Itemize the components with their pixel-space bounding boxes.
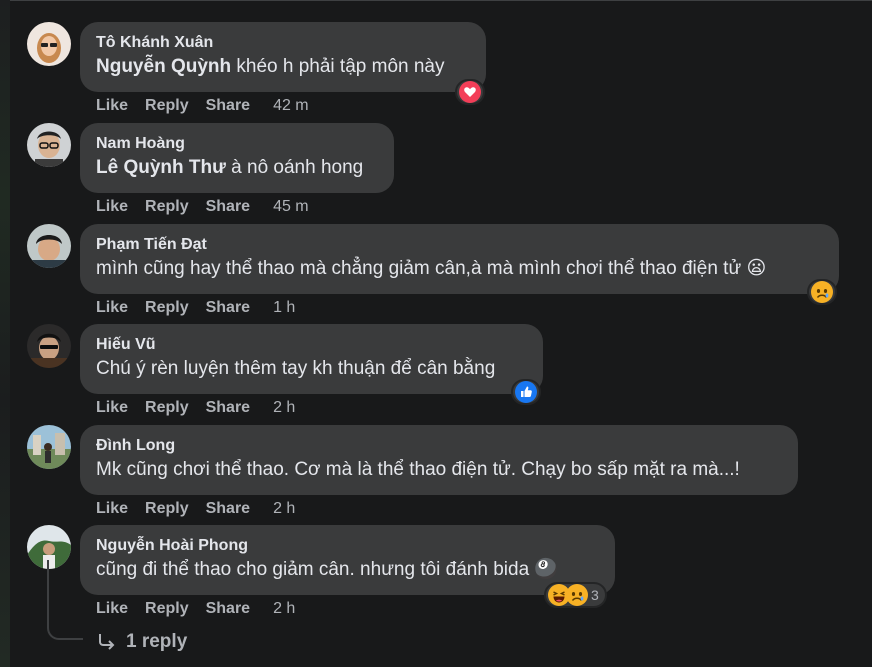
reaction-summary[interactable] bbox=[807, 279, 837, 305]
comment-item: Đình Long Mk cũng chơi thể thao. Cơ mà l… bbox=[0, 425, 872, 525]
comment-author[interactable]: Nguyễn Hoài Phong bbox=[96, 536, 599, 556]
reaction-summary[interactable] bbox=[511, 379, 541, 405]
reply-thread-line bbox=[47, 560, 83, 640]
comment-bubble: Phạm Tiến Đạt mình cũng hay thể thao mà … bbox=[80, 224, 839, 294]
like-button[interactable]: Like bbox=[96, 198, 128, 215]
reaction-summary[interactable] bbox=[455, 79, 485, 105]
comment-bubble: Đình Long Mk cũng chơi thể thao. Cơ mà l… bbox=[80, 425, 798, 495]
comment-item: Nam Hoàng Lê Quỳnh Thư à nô oánh hong Li… bbox=[0, 123, 872, 223]
like-button[interactable]: Like bbox=[96, 299, 128, 316]
love-reaction-icon bbox=[459, 81, 481, 103]
avatar[interactable] bbox=[27, 22, 71, 66]
share-button[interactable]: Share bbox=[206, 299, 250, 316]
reaction-count: 3 bbox=[591, 587, 599, 603]
comment-item: Tô Khánh Xuân Nguyễn Quỳnh khéo h phải t… bbox=[0, 22, 872, 122]
avatar[interactable] bbox=[27, 324, 71, 368]
comment-body: à nô oánh hong bbox=[225, 157, 364, 178]
share-button[interactable]: Share bbox=[206, 198, 250, 215]
reply-button[interactable]: Reply bbox=[145, 600, 189, 617]
comment-actions: Like Reply Share 42 m bbox=[96, 96, 309, 116]
view-replies-label: 1 reply bbox=[126, 631, 188, 652]
mention-link[interactable]: Lê Quỳnh Thư bbox=[96, 157, 226, 178]
reply-button[interactable]: Reply bbox=[145, 97, 189, 114]
comment-actions: Like Reply Share 2 h bbox=[96, 499, 295, 519]
comment-timestamp[interactable]: 1 h bbox=[273, 299, 295, 316]
comment-author[interactable]: Phạm Tiến Đạt bbox=[96, 235, 823, 255]
comment-author[interactable]: Đình Long bbox=[96, 436, 782, 456]
comment-bubble: Nam Hoàng Lê Quỳnh Thư à nô oánh hong bbox=[80, 123, 394, 193]
comment-timestamp[interactable]: 2 h bbox=[273, 600, 295, 617]
comment-text: Mk cũng chơi thể thao. Cơ mà là thể thao… bbox=[96, 459, 740, 480]
like-button[interactable]: Like bbox=[96, 500, 128, 517]
like-button[interactable]: Like bbox=[96, 600, 128, 617]
mention-link[interactable]: Nguyễn Quỳnh bbox=[96, 56, 231, 77]
comment-item: Hiếu Vũ Chú ý rèn luyện thêm tay kh thuậ… bbox=[0, 324, 872, 424]
comment-body: khéo h phải tập môn này bbox=[231, 56, 445, 77]
sad-reaction-icon bbox=[811, 281, 833, 303]
comment-actions: Like Reply Share 45 m bbox=[96, 197, 309, 217]
share-button[interactable]: Share bbox=[206, 500, 250, 517]
comment-timestamp[interactable]: 45 m bbox=[273, 198, 309, 215]
comment-timestamp[interactable]: 42 m bbox=[273, 97, 309, 114]
view-replies-link[interactable]: 1 reply bbox=[96, 630, 187, 654]
comment-author[interactable]: Tô Khánh Xuân bbox=[96, 33, 470, 53]
avatar[interactable] bbox=[27, 123, 71, 167]
like-button[interactable]: Like bbox=[96, 399, 128, 416]
share-button[interactable]: Share bbox=[206, 97, 250, 114]
comment-text: mình cũng hay thể thao mà chẳng giảm cân… bbox=[96, 258, 767, 279]
avatar[interactable] bbox=[27, 224, 71, 268]
comment-item: Nguyễn Hoài Phong cũng đi thể thao cho g… bbox=[0, 525, 872, 625]
reaction-summary[interactable]: 3 bbox=[544, 582, 607, 608]
reply-button[interactable]: Reply bbox=[145, 399, 189, 416]
comment-actions: Like Reply Share 2 h bbox=[96, 599, 295, 619]
avatar[interactable] bbox=[27, 425, 71, 469]
reply-arrow-icon bbox=[99, 634, 115, 650]
comment-author[interactable]: Nam Hoàng bbox=[96, 134, 378, 154]
comment-text: Lê Quỳnh Thư à nô oánh hong bbox=[96, 155, 378, 181]
like-reaction-icon bbox=[515, 381, 537, 403]
comment-actions: Like Reply Share 1 h bbox=[96, 298, 295, 318]
share-button[interactable]: Share bbox=[206, 399, 250, 416]
reply-button[interactable]: Reply bbox=[145, 198, 189, 215]
reply-button[interactable]: Reply bbox=[145, 299, 189, 316]
comment-actions: Like Reply Share 2 h bbox=[96, 398, 295, 418]
comment-text: Chú ý rèn luyện thêm tay kh thuận để cân… bbox=[96, 358, 496, 379]
comment-item: Phạm Tiến Đạt mình cũng hay thể thao mà … bbox=[0, 224, 872, 324]
like-button[interactable]: Like bbox=[96, 97, 128, 114]
reply-button[interactable]: Reply bbox=[145, 500, 189, 517]
comment-text: Nguyễn Quỳnh khéo h phải tập môn này bbox=[96, 54, 470, 80]
comment-bubble: Hiếu Vũ Chú ý rèn luyện thêm tay kh thuậ… bbox=[80, 324, 543, 394]
top-divider bbox=[0, 0, 872, 1]
comment-timestamp[interactable]: 2 h bbox=[273, 500, 295, 517]
comment-text: cũng đi thể thao cho giảm cân. nhưng tôi… bbox=[96, 559, 559, 580]
comment-bubble: Tô Khánh Xuân Nguyễn Quỳnh khéo h phải t… bbox=[80, 22, 486, 92]
sad-reaction-icon bbox=[566, 584, 588, 606]
comment-timestamp[interactable]: 2 h bbox=[273, 399, 295, 416]
comment-author[interactable]: Hiếu Vũ bbox=[96, 335, 527, 355]
share-button[interactable]: Share bbox=[206, 600, 250, 617]
comment-bubble: Nguyễn Hoài Phong cũng đi thể thao cho g… bbox=[80, 525, 615, 595]
